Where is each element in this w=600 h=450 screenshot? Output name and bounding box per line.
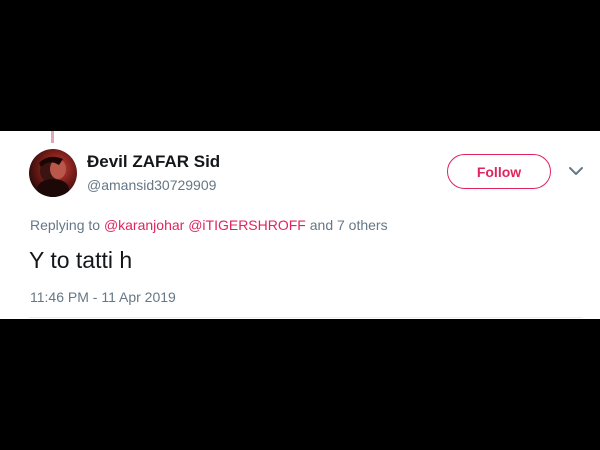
display-name[interactable]: Ɖevil ZAFAR Sid: [87, 152, 220, 172]
tweet-text: Y to tatti h: [29, 247, 133, 273]
avatar-image: [37, 156, 69, 197]
screenshot-frame: Ɖevil ZAFAR Sid @amansid30729909 Follow …: [0, 0, 600, 450]
avatar[interactable]: [29, 149, 77, 197]
mention-link-karanjohar[interactable]: @karanjohar: [104, 217, 184, 233]
follow-button[interactable]: Follow: [447, 154, 551, 189]
user-handle[interactable]: @amansid30729909: [87, 177, 216, 193]
mention-link-tigershroff[interactable]: @iTIGERSHROFF: [188, 217, 306, 233]
replying-others[interactable]: and 7 others: [310, 217, 388, 233]
tweet-card: Ɖevil ZAFAR Sid @amansid30729909 Follow …: [0, 131, 600, 319]
divider: [29, 317, 582, 318]
replying-to-line: Replying to @karanjohar @iTIGERSHROFF an…: [30, 217, 388, 233]
replying-prefix: Replying to: [30, 217, 101, 233]
chevron-down-icon[interactable]: [568, 165, 584, 177]
tweet-timestamp[interactable]: 11:46 PM - 11 Apr 2019: [30, 289, 176, 305]
thread-connector-line: [51, 131, 54, 143]
